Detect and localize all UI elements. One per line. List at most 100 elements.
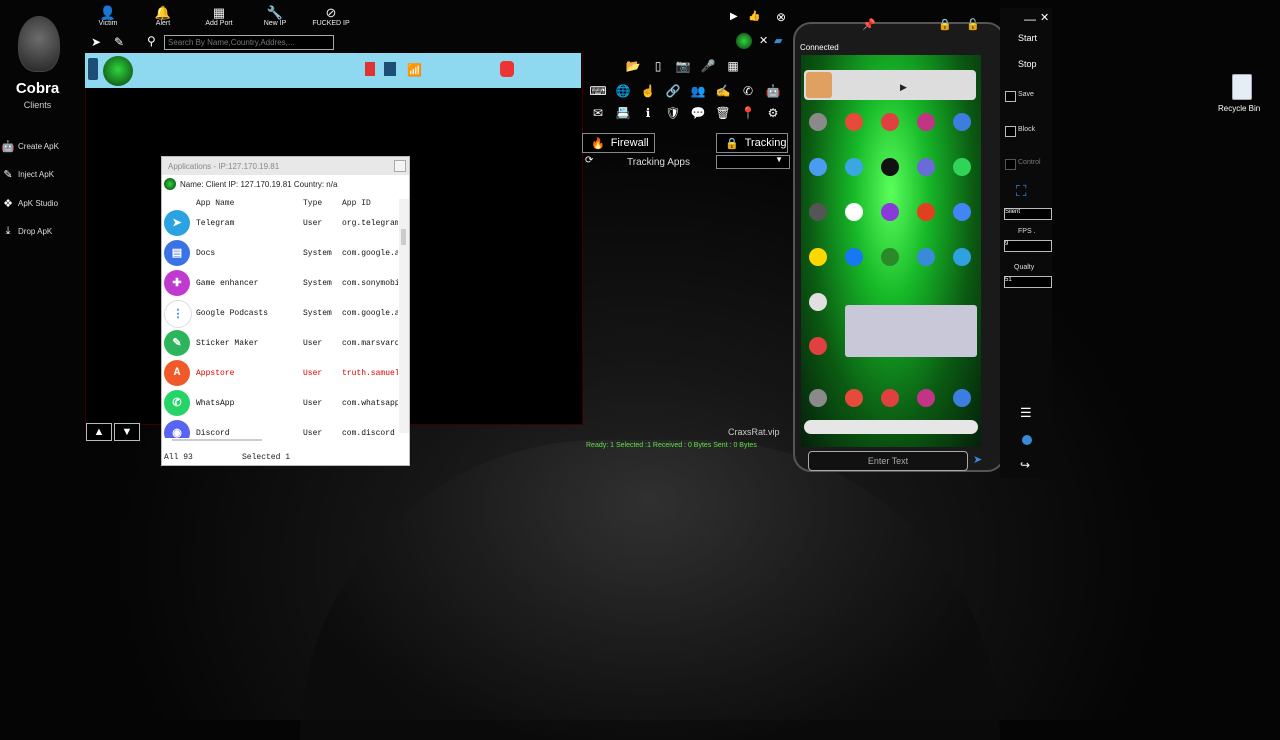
phone-app-icon[interactable]	[809, 337, 827, 355]
keyboard-icon[interactable]: ⌨	[589, 83, 606, 99]
close-button[interactable]	[394, 160, 406, 172]
phone-app-icon[interactable]	[845, 389, 863, 407]
phone-app-icon[interactable]	[917, 389, 935, 407]
column-app-id[interactable]: App ID	[342, 199, 371, 208]
app-row[interactable]: ✚ Game enhancer System com.sonymobi	[162, 268, 398, 298]
toolbar-alert-button[interactable]: 🔔 Alert	[138, 6, 188, 32]
lock-icon[interactable]: 🔒	[938, 18, 952, 31]
chat-icon[interactable]: 💬	[690, 105, 706, 121]
phone-app-icon[interactable]	[809, 158, 827, 176]
lock-icon[interactable]: 🔓	[966, 18, 980, 31]
app-row[interactable]: A Appstore User truth.samuel	[162, 358, 398, 388]
toolbar-fucked-ip-button[interactable]: ⊘ FUCKED IP	[306, 6, 356, 32]
search-input[interactable]	[164, 35, 334, 50]
horizontal-scrollbar[interactable]	[172, 439, 262, 441]
back-icon[interactable]: ↪	[1020, 458, 1030, 472]
toolbar-add-port-button[interactable]: ▦ Add Port	[194, 6, 244, 32]
phone-app-icon[interactable]	[809, 293, 827, 311]
save-checkbox[interactable]	[1005, 91, 1016, 102]
scroll-up-button[interactable]: ▲	[86, 423, 112, 441]
sidebar-item-create-apk[interactable]: 🤖 Create ApK	[1, 137, 84, 155]
start-button[interactable]: Start	[1018, 33, 1037, 43]
globe-icon[interactable]: 🌐	[615, 83, 631, 99]
column-type[interactable]: Type	[303, 199, 322, 208]
phone-app-icon[interactable]	[809, 248, 827, 266]
mode-select[interactable]: Silent	[1004, 208, 1052, 220]
phone-app-icon[interactable]	[845, 248, 863, 266]
phone-app-icon[interactable]	[917, 158, 935, 176]
phone-app-icon[interactable]	[845, 203, 863, 221]
play-icon[interactable]: ▶	[900, 82, 907, 93]
quality-select[interactable]: 51	[1004, 276, 1052, 288]
home-icon[interactable]	[1022, 435, 1032, 445]
edit-note-icon[interactable]: ✍	[715, 83, 731, 99]
phone-app-icon[interactable]	[845, 113, 863, 131]
fps-select[interactable]: 9	[1004, 240, 1052, 252]
phone-app-icon[interactable]	[845, 158, 863, 176]
phone-app-icon[interactable]	[953, 389, 971, 407]
phone-app-icon[interactable]	[881, 113, 899, 131]
youtube-icon[interactable]: ▶	[730, 11, 738, 22]
pin-icon[interactable]: 📌	[862, 18, 876, 31]
phone-app-icon[interactable]	[917, 248, 935, 266]
app-row[interactable]: ➤ Telegram User org.telegram	[162, 210, 398, 238]
app-row[interactable]: ✆ WhatsApp User com.whatsapp	[162, 388, 398, 418]
app-row[interactable]: ◉ Discord User com.discord	[162, 418, 397, 438]
phone-app-icon[interactable]	[881, 158, 899, 176]
tracking-button[interactable]: 🔒 Tracking	[716, 133, 788, 153]
close-icon[interactable]: ✕	[1040, 11, 1049, 24]
sidebar-item-apk-studio[interactable]: ❖ ApK Studio	[2, 194, 84, 212]
phone-app-icon[interactable]	[953, 113, 971, 131]
tracking-dropdown[interactable]: ▼	[716, 155, 790, 169]
toolbar-victim-button[interactable]: 👤 Victim	[83, 6, 133, 32]
column-app-name[interactable]: App Name	[196, 199, 234, 208]
control-checkbox[interactable]	[1005, 159, 1016, 170]
scroll-down-button[interactable]: ▼	[114, 423, 140, 441]
edit-icon[interactable]: ✎	[114, 35, 124, 49]
google-search-bar[interactable]	[804, 420, 978, 434]
shield-icon[interactable]: 🛡	[665, 105, 681, 121]
hand-icon[interactable]: ☝	[640, 83, 656, 99]
phone-app-icon[interactable]	[809, 113, 827, 131]
phone-app-icon[interactable]	[881, 203, 899, 221]
trash-icon[interactable]: 🗑	[715, 105, 731, 121]
add-user-icon[interactable]: 👥	[690, 83, 706, 99]
send-icon[interactable]: ➤	[91, 35, 101, 49]
recent-app-preview[interactable]	[845, 305, 977, 357]
recycle-bin-icon[interactable]	[1228, 72, 1254, 100]
folder-icon[interactable]: ▰	[774, 34, 782, 47]
firewall-button[interactable]: 🔥 Firewall	[582, 133, 655, 153]
phone-app-icon[interactable]	[809, 203, 827, 221]
camera-icon[interactable]: 📷	[675, 58, 691, 74]
send-text-icon[interactable]: ➤	[973, 453, 982, 466]
phone-app-icon[interactable]	[953, 248, 971, 266]
phone-app-icon[interactable]	[917, 203, 935, 221]
keypad-icon[interactable]: ▦	[725, 58, 741, 74]
minimize-icon[interactable]: —	[1024, 12, 1036, 26]
phone-app-icon[interactable]	[881, 248, 899, 266]
phone-app-icon[interactable]	[917, 113, 935, 131]
phone-app-icon[interactable]	[953, 203, 971, 221]
refresh-icon[interactable]: ⟳	[585, 155, 593, 166]
app-row[interactable]: ▤ Docs System com.google.a	[162, 238, 398, 268]
vertical-scrollbar[interactable]	[399, 199, 409, 433]
toolbar-new-ip-button[interactable]: 🔧 New IP	[250, 6, 300, 32]
phone-icon[interactable]: ▯	[650, 58, 666, 74]
android-icon[interactable]: 🤖	[765, 83, 781, 99]
app-row[interactable]: ⋮ Google Podcasts System com.google.a	[162, 298, 398, 328]
info-icon[interactable]: ℹ	[640, 105, 656, 121]
app-row[interactable]: ✎ Sticker Maker User com.marsvard	[162, 328, 398, 358]
block-checkbox[interactable]	[1005, 126, 1016, 137]
contacts-icon[interactable]: 📇	[615, 105, 631, 121]
menu-icon[interactable]: ☰	[1020, 405, 1032, 421]
location-icon[interactable]: 📍	[740, 105, 756, 121]
folder-icon[interactable]: 📂	[625, 58, 641, 74]
phone-app-icon[interactable]	[881, 389, 899, 407]
microphone-icon[interactable]: 🎤	[700, 58, 716, 74]
link-icon[interactable]: 🔗	[665, 83, 681, 99]
settings-icon[interactable]: ⚙	[765, 105, 781, 121]
close-circle-icon[interactable]: ⊗	[776, 10, 786, 24]
screen-select-icon[interactable]: ⛶	[1016, 183, 1027, 200]
like-icon[interactable]: 👍	[748, 11, 760, 22]
sidebar-item-drop-apk[interactable]: ⤓ Drop ApK	[2, 222, 84, 240]
